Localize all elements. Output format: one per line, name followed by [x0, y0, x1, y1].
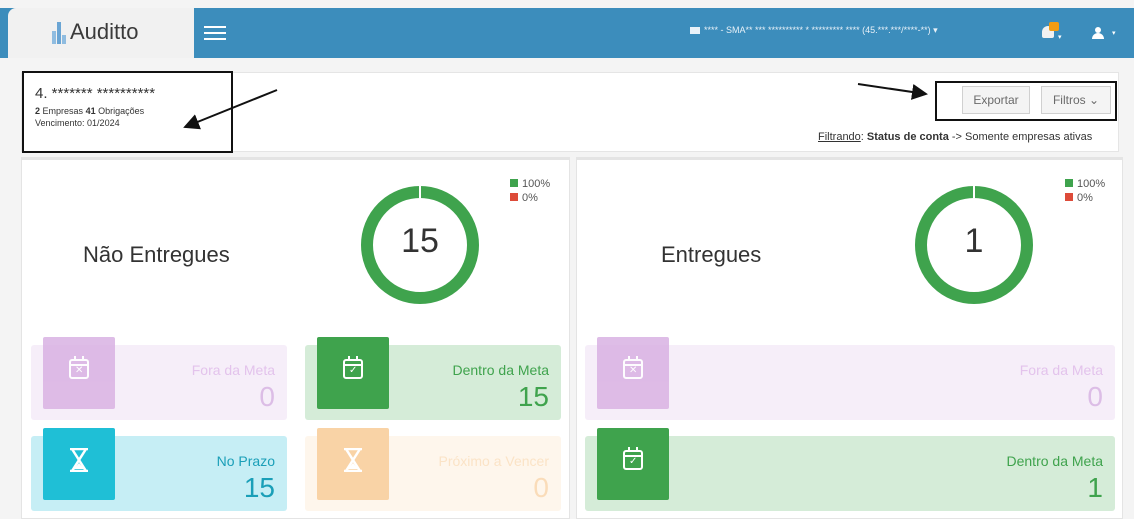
stat-label: Fora da Meta [1019, 362, 1103, 378]
stat-near-due[interactable]: Próximo a Vencer 0 [305, 428, 561, 511]
chevron-down-icon: ▾ [1112, 30, 1116, 37]
obligations-label: Obrigações [98, 106, 145, 116]
stat-label: Fora da Meta [191, 362, 275, 378]
active-filter: Filtrando: Status de conta -> Somente em… [818, 131, 1093, 143]
stat-within-target[interactable]: ✓ Dentro da Meta 15 [305, 337, 561, 420]
stat-within-target[interactable]: ✓ Dentro da Meta 1 [585, 428, 1115, 511]
stat-out-of-target[interactable]: ✕ Fora da Meta 0 [585, 337, 1115, 420]
chart-legend: 100% 0% [1065, 177, 1105, 205]
legend-item: 100% [510, 177, 550, 191]
card-title: Entregues [661, 242, 762, 267]
logo-icon [52, 22, 66, 44]
due-date: Vencimento: 01/2024 [35, 118, 231, 128]
notifications-bell-icon[interactable]: ▾ [1038, 20, 1064, 46]
menu-toggle-icon[interactable] [204, 22, 226, 44]
stat-label: Dentro da Meta [1006, 453, 1104, 469]
chart-legend: 100% 0% [510, 177, 550, 205]
stat-value: 1 [1087, 472, 1103, 503]
filter-value: Somente empresas ativas [965, 131, 1093, 143]
calendar-x-icon: ✕ [597, 337, 669, 409]
not-delivered-card: Não Entregues 15 100% 0% ✕ Fora da Meta … [21, 157, 570, 519]
legend-item: 100% [1065, 177, 1105, 191]
filter-arrow: -> [951, 131, 962, 143]
hourglass-icon [317, 428, 389, 500]
filter-field: Status de conta [866, 131, 949, 143]
stat-label: Próximo a Vencer [438, 453, 550, 469]
calendar-check-icon: ✓ [597, 428, 669, 500]
company-selector[interactable]: **** - SMA** *** ********** * ********* … [690, 25, 938, 36]
company-selector-label: **** - SMA** *** ********** * ********* … [704, 25, 931, 35]
companies-count: 2 [35, 106, 41, 116]
legend-item: 0% [510, 191, 550, 205]
companies-label: Empresas [42, 106, 84, 116]
chevron-down-icon: ▾ [1058, 34, 1062, 41]
donut-total: 1 [964, 222, 984, 260]
summary-counts: 2 Empresas 41 Obrigações [35, 106, 231, 116]
stat-out-of-target[interactable]: ✕ Fora da Meta 0 [31, 337, 287, 420]
calendar-check-icon: ✓ [317, 337, 389, 409]
app-logo[interactable]: Auditto [8, 8, 194, 58]
stat-value: 0 [533, 472, 549, 503]
notification-badge [1049, 22, 1059, 31]
list-icon [690, 27, 700, 35]
legend-item: 0% [1065, 191, 1105, 205]
calendar-x-icon: ✕ [43, 337, 115, 409]
card-title: Não Entregues [83, 242, 230, 267]
filter-link[interactable]: Filtrando [818, 131, 861, 143]
stat-label: Dentro da Meta [452, 362, 550, 378]
stat-value: 0 [259, 381, 275, 412]
due-value: 01/2024 [87, 118, 120, 128]
stat-label: No Prazo [216, 453, 275, 469]
donut-total: 15 [401, 222, 439, 260]
chevron-down-icon: ▾ [933, 25, 938, 35]
summary-title: 4. ******* ********** [35, 85, 156, 102]
export-button[interactable]: Exportar [962, 86, 1030, 114]
delivered-card: Entregues 1 100% 0% ✕ Fora da Meta 0 ✓ D… [576, 157, 1123, 519]
due-label: Vencimento: [35, 118, 85, 128]
app-name: Auditto [70, 19, 139, 44]
stat-value: 15 [243, 472, 275, 503]
stat-value: 15 [517, 381, 549, 412]
stat-value: 0 [1087, 381, 1103, 412]
top-navbar: Auditto **** - SMA** *** ********** * **… [0, 8, 1134, 58]
stat-on-time[interactable]: No Prazo 15 [31, 428, 287, 511]
summary-highlight-box: 4. ******* ********** 2 Empresas 41 Obri… [22, 71, 233, 153]
hourglass-icon [43, 428, 115, 500]
obligations-count: 41 [85, 106, 96, 116]
filters-button[interactable]: Filtros ⌄ [1041, 86, 1111, 114]
